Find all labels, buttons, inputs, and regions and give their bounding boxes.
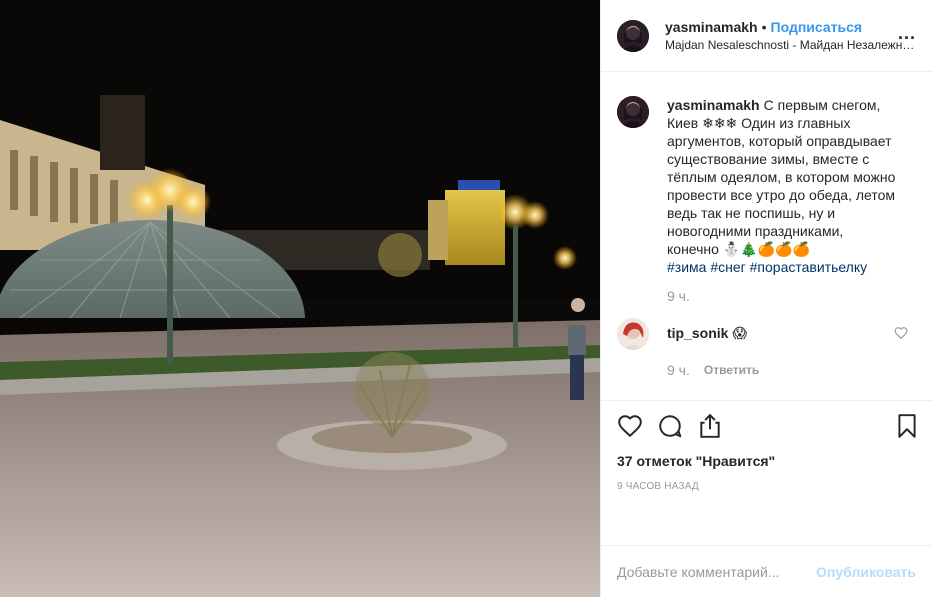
author-avatar[interactable] (617, 19, 649, 52)
follow-button[interactable]: Подписаться (771, 19, 863, 35)
comment-time: 9 ч. (667, 362, 690, 378)
comment-input[interactable]: Добавьте комментарий... (617, 564, 779, 580)
author-username[interactable]: yasminamakh (665, 19, 758, 35)
add-comment-bar: Добавьте комментарий... Опубликовать (601, 545, 932, 597)
comment-meta: 9 ч. Ответить (667, 362, 916, 378)
post-header: yasminamakh • Подписаться Majdan Nesales… (601, 0, 932, 72)
action-icons (617, 411, 916, 441)
comment-item: tip_sonik 😱 (617, 318, 916, 350)
comment-bubble-icon[interactable] (657, 413, 683, 439)
caption-time: 9 ч. (667, 288, 690, 304)
commenter-avatar[interactable] (617, 318, 649, 350)
caption-text: С первым снегом, Киев ❄❄❄ Один из главны… (667, 97, 896, 257)
likes-count[interactable]: 37 отметок "Нравится" (617, 453, 916, 469)
heart-icon[interactable] (894, 326, 908, 340)
caption-username[interactable]: yasminamakh (667, 97, 760, 113)
share-icon[interactable] (697, 413, 723, 439)
avatar-image (617, 96, 649, 128)
comment-username[interactable]: tip_sonik (667, 325, 728, 341)
post-actions: 37 отметок "Нравится" 9 часов назад (601, 400, 932, 545)
avatar-image (617, 318, 649, 350)
location-link[interactable]: Majdan Nesaleschnosti - Майдан Незалежно… (665, 38, 915, 52)
caption-avatar[interactable] (617, 96, 649, 128)
caption-body: yasminamakh С первым снегом, Киев ❄❄❄ Оди… (667, 96, 897, 276)
publish-button[interactable]: Опубликовать (816, 564, 916, 580)
night-square-photo (0, 0, 600, 597)
post-timestamp: 9 часов назад (617, 481, 699, 492)
header-line: yasminamakh • Подписаться (665, 19, 915, 35)
reply-button[interactable]: Ответить (704, 363, 759, 377)
instagram-post: yasminamakh • Подписаться Majdan Nesales… (0, 0, 932, 597)
post-side-panel: yasminamakh • Подписаться Majdan Nesales… (600, 0, 932, 597)
caption-comment: yasminamakh С первым снегом, Киев ❄❄❄ Оди… (617, 96, 916, 276)
comments-list: yasminamakh С первым снегом, Киев ❄❄❄ Оди… (601, 72, 932, 400)
heart-icon[interactable] (617, 413, 643, 439)
comment-text: 😱 (732, 325, 748, 341)
bookmark-icon[interactable] (894, 413, 920, 439)
ellipsis-icon[interactable]: ... (898, 24, 916, 42)
post-photo[interactable] (0, 0, 600, 597)
header-text: yasminamakh • Подписаться Majdan Nesales… (665, 19, 915, 52)
separator-dot: • (761, 19, 767, 35)
caption-hashtags[interactable]: #зима #снег #пораставитьелку (667, 258, 897, 276)
comment-body: tip_sonik 😱 (667, 318, 897, 350)
avatar-image (617, 19, 649, 52)
